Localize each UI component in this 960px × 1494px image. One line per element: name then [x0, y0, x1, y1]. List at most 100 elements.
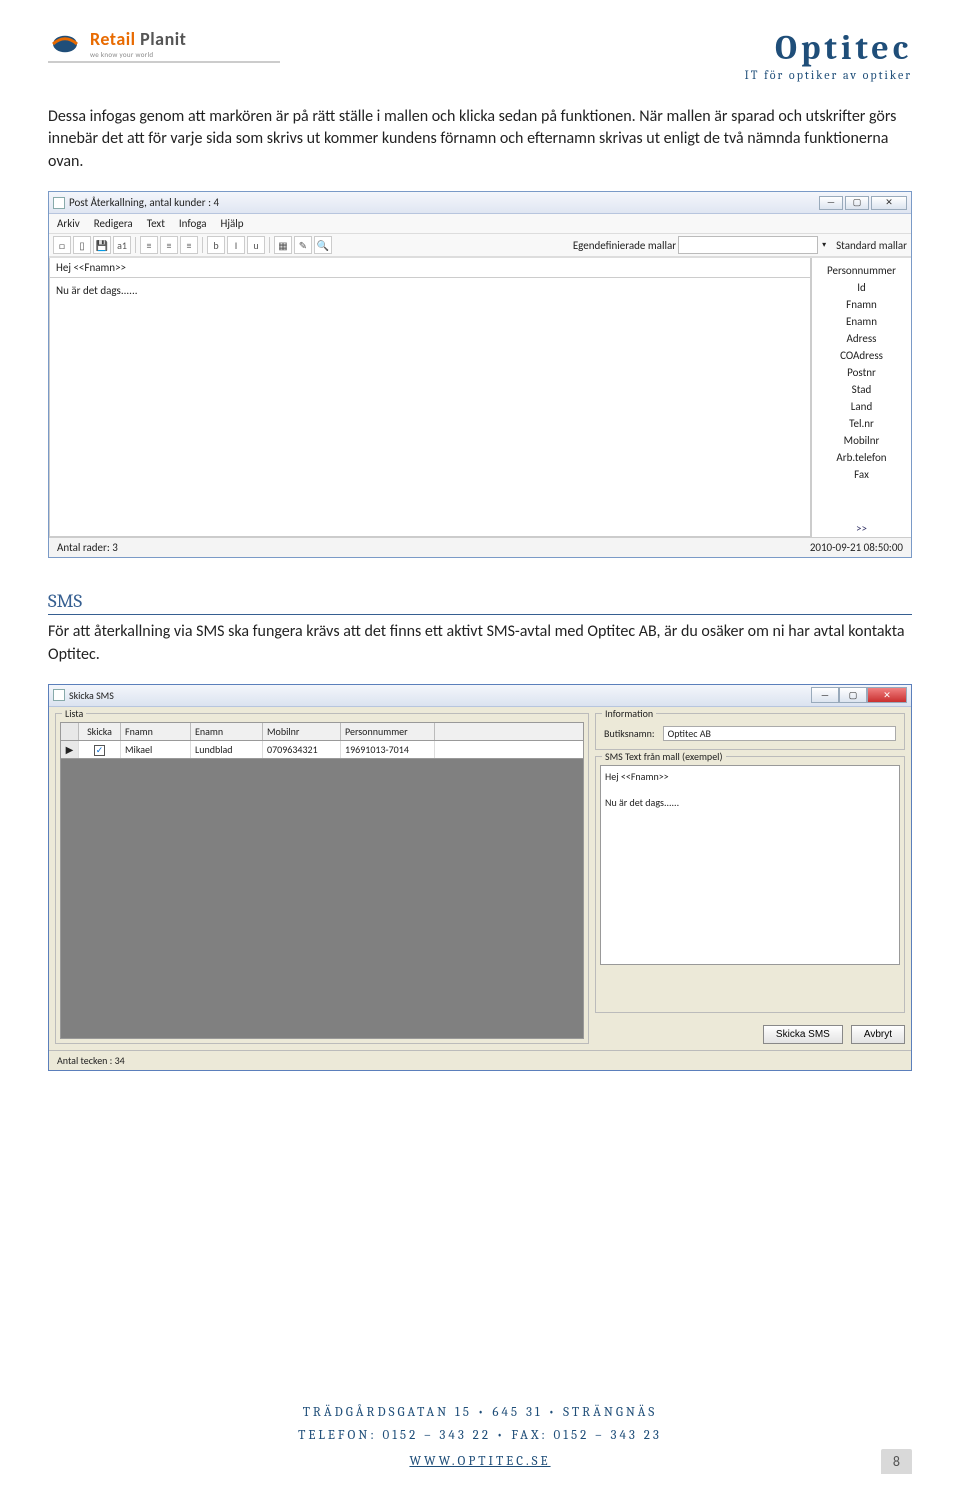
field-personnummer[interactable]: Personnummer — [812, 262, 911, 279]
butik-value[interactable]: Optitec AB — [663, 726, 896, 741]
row-selector[interactable]: ▶ — [61, 741, 79, 758]
brand-title: Optitec — [745, 28, 912, 68]
footer-address: TRÄDGÅRDSGATAN 15 • 645 31 • STRÄNGNÄS — [0, 1405, 960, 1420]
brand: Optitec IT för optiker av optiker — [745, 28, 912, 82]
field-list: Personnummer Id Fnamn Enamn Adress COAdr… — [811, 258, 911, 537]
tb-bold-icon[interactable]: b — [207, 236, 225, 254]
grid-row[interactable]: ▶ ✓ Mikael Lundblad 0709634321 19691013-… — [60, 741, 584, 759]
sms-minimize-button[interactable]: — — [811, 687, 839, 703]
field-adress[interactable]: Adress — [812, 330, 911, 347]
tb-align-right-icon[interactable]: ≡ — [180, 236, 198, 254]
row-enamn: Lundblad — [191, 741, 263, 758]
col-mobilnr[interactable]: Mobilnr — [263, 723, 341, 740]
editor-body[interactable]: Nu är det dags...... — [49, 278, 811, 537]
row-mobilnr: 0709634321 — [263, 741, 341, 758]
group-text-title: SMS Text från mall (exempel) — [602, 750, 726, 763]
field-postnr[interactable]: Postnr — [812, 364, 911, 381]
sms-statusbar: Antal tecken : 34 — [49, 1050, 911, 1070]
globe-icon — [48, 29, 82, 59]
tb-edit-icon[interactable]: ✎ — [294, 236, 312, 254]
status-rows: Antal rader: 3 — [57, 541, 118, 554]
page-footer: TRÄDGÅRDSGATAN 15 • 645 31 • STRÄNGNÄS T… — [0, 1405, 960, 1470]
field-more[interactable]: >> — [812, 520, 911, 537]
editor-area: Hej <<Fnamn>> Nu är det dags...... Perso… — [49, 257, 911, 537]
row-fnamn: Mikael — [121, 741, 191, 758]
sms-paragraph: För att återkallning via SMS ska fungera… — [48, 621, 912, 666]
field-enamn[interactable]: Enamn — [812, 313, 911, 330]
field-fax[interactable]: Fax — [812, 466, 911, 483]
field-mobilnr[interactable]: Mobilnr — [812, 432, 911, 449]
sms-window: Skicka SMS — ▢ ✕ Lista Skicka Fnamn Enam… — [48, 684, 912, 1071]
field-land[interactable]: Land — [812, 398, 911, 415]
label-standard: Standard mallar — [836, 239, 907, 252]
tb-save-icon[interactable]: 💾 — [93, 236, 111, 254]
col-skicka[interactable]: Skicka — [79, 723, 121, 740]
maximize-button[interactable]: ▢ — [845, 196, 869, 210]
field-id[interactable]: Id — [812, 279, 911, 296]
sms-close-button[interactable]: ✕ — [867, 687, 907, 703]
sms-titlebar: Skicka SMS — ▢ ✕ — [49, 685, 911, 707]
tb-align-center-icon[interactable]: ≡ — [160, 236, 178, 254]
tb-align-left-icon[interactable]: ≡ — [140, 236, 158, 254]
menu-arkiv[interactable]: Arkiv — [57, 217, 80, 230]
row-checkbox[interactable]: ✓ — [94, 745, 105, 756]
logo-text-2: Planit — [136, 28, 187, 50]
editor-toolbar: □ ▯ 💾 a1 ≡ ≡ ≡ b I u ▦ ✎ 🔍 Egendefiniera… — [49, 234, 911, 257]
egendef-dropdown[interactable] — [678, 236, 818, 254]
sms-textarea[interactable]: Hej <<Fnamn>> Nu är det dags...... — [600, 765, 900, 965]
sms-app-icon — [53, 689, 65, 701]
brand-subtitle: IT för optiker av optiker — [745, 68, 912, 82]
col-personnummer[interactable]: Personnummer — [341, 723, 435, 740]
logo: Retail Planit we know your world — [48, 28, 280, 63]
editor-line-1[interactable]: Hej <<Fnamn>> — [49, 258, 811, 278]
page-header: Retail Planit we know your world Optitec… — [48, 28, 912, 82]
editor-titlebar: Post Återkallning, antal kunder : 4 — ▢ … — [49, 192, 911, 214]
sms-heading: SMS — [48, 590, 912, 615]
tb-underline-icon[interactable]: u — [247, 236, 265, 254]
row-pnr: 19691013-7014 — [341, 741, 435, 758]
butik-label: Butiksnamn: — [604, 727, 655, 740]
menu-text[interactable]: Text — [147, 217, 165, 230]
tb-new-icon[interactable]: □ — [53, 236, 71, 254]
editor-title: Post Återkallning, antal kunder : 4 — [69, 196, 219, 209]
app-icon — [53, 197, 65, 209]
editor-menubar: Arkiv Redigera Text Infoga Hjälp — [49, 214, 911, 234]
field-stad[interactable]: Stad — [812, 381, 911, 398]
tb-italic-icon[interactable]: I — [227, 236, 245, 254]
grid-header: Skicka Fnamn Enamn Mobilnr Personnummer — [60, 722, 584, 741]
editor-window: Post Återkallning, antal kunder : 4 — ▢ … — [48, 191, 912, 558]
logo-text-1: Retail — [90, 28, 136, 50]
tb-table-icon[interactable]: ▦ — [274, 236, 292, 254]
menu-infoga[interactable]: Infoga — [179, 217, 207, 230]
group-lista: Lista Skicka Fnamn Enamn Mobilnr Personn… — [55, 713, 589, 1044]
field-fnamn[interactable]: Fnamn — [812, 296, 911, 313]
group-sms-text: SMS Text från mall (exempel) Hej <<Fnamn… — [595, 756, 905, 1013]
col-fnamn[interactable]: Fnamn — [121, 723, 191, 740]
status-timestamp: 2010-09-21 08:50:00 — [810, 541, 903, 554]
field-telnr[interactable]: Tel.nr — [812, 415, 911, 432]
col-enamn[interactable]: Enamn — [191, 723, 263, 740]
menu-redigera[interactable]: Redigera — [94, 217, 133, 230]
tb-open-icon[interactable]: ▯ — [73, 236, 91, 254]
send-sms-button[interactable]: Skicka SMS — [763, 1025, 843, 1044]
footer-url[interactable]: WWW.OPTITEC.SE — [409, 1454, 550, 1469]
sms-maximize-button[interactable]: ▢ — [839, 687, 867, 703]
minimize-button[interactable]: — — [819, 196, 843, 210]
group-lista-title: Lista — [62, 707, 86, 720]
label-egendef: Egendefinierade mallar — [573, 239, 676, 252]
grid-empty — [60, 759, 584, 1039]
field-arbtelefon[interactable]: Arb.telefon — [812, 449, 911, 466]
group-information: Information Butiksnamn: Optitec AB — [595, 713, 905, 750]
paragraph-1: Dessa infogas genom att markören är på r… — [48, 106, 912, 173]
page-number: 8 — [881, 1449, 912, 1474]
close-button[interactable]: ✕ — [871, 196, 907, 210]
logo-subtext: we know your world — [90, 50, 186, 59]
tb-zoom-icon[interactable]: 🔍 — [314, 236, 332, 254]
field-coadress[interactable]: COAdress — [812, 347, 911, 364]
cancel-button[interactable]: Avbryt — [851, 1025, 905, 1044]
sms-title: Skicka SMS — [69, 689, 114, 702]
tb-font-icon[interactable]: a1 — [113, 236, 131, 254]
group-info-title: Information — [602, 707, 656, 720]
editor-statusbar: Antal rader: 3 2010-09-21 08:50:00 — [49, 537, 911, 557]
menu-hjalp[interactable]: Hjälp — [221, 217, 244, 230]
